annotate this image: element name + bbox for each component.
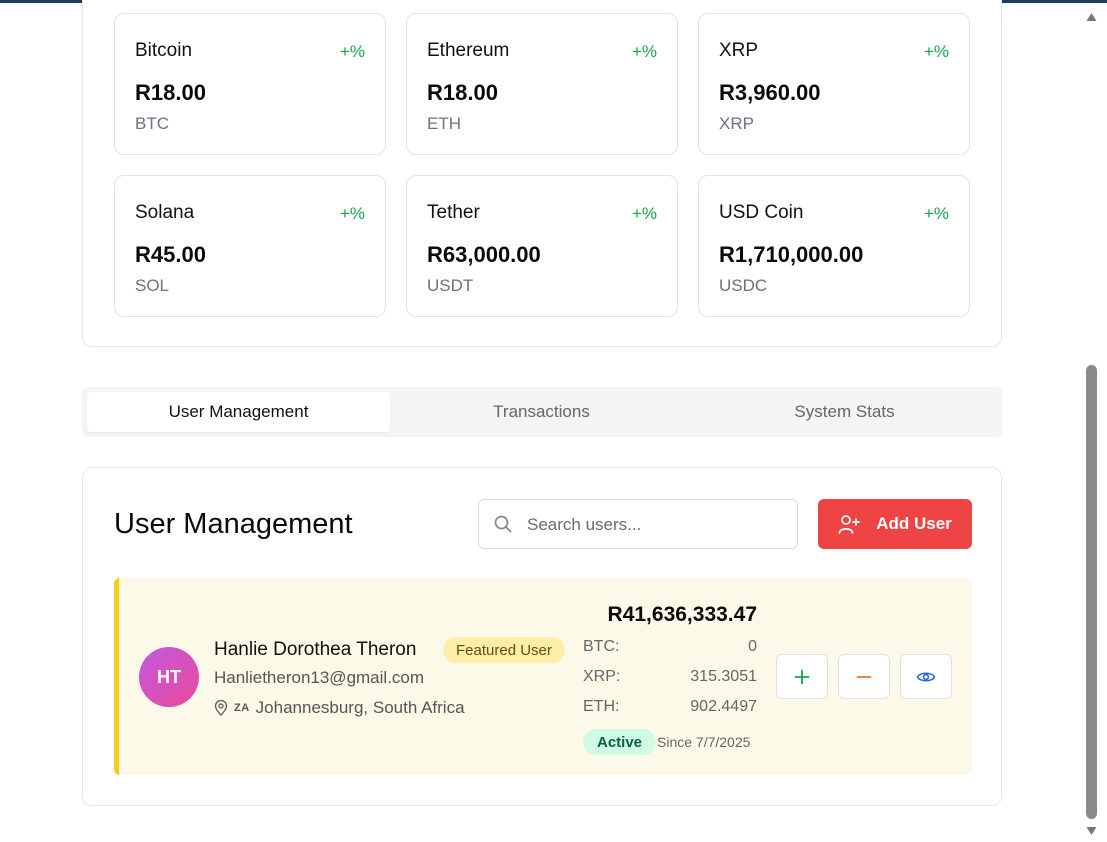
crypto-symbol: BTC — [135, 114, 169, 133]
crypto-card-bitcoin[interactable]: Bitcoin +% R18.00 BTC — [114, 13, 386, 155]
search-icon — [494, 515, 512, 533]
status-badge: Active — [583, 729, 657, 755]
search-input[interactable] — [527, 510, 787, 540]
crypto-symbol: USDC — [719, 276, 768, 295]
crypto-card-tether[interactable]: Tether +% R63,000.00 USDT — [406, 175, 678, 317]
user-location: ZA Johannesburg, South Africa — [214, 698, 465, 718]
crypto-card-solana[interactable]: Solana +% R45.00 SOL — [114, 175, 386, 317]
crypto-price: R63,000.00 — [427, 242, 541, 267]
crypto-name: Bitcoin — [135, 40, 193, 61]
crypto-change: +% — [923, 204, 949, 223]
crypto-prices-panel: Bitcoin +% R18.00 BTC Ethereum +% R18.00… — [82, 0, 1002, 347]
add-user-label: Add User — [876, 514, 952, 533]
member-since: Since 7/7/2025 — [657, 734, 751, 750]
crypto-change: +% — [923, 42, 949, 61]
balance-label: XRP: — [583, 668, 621, 685]
crypto-name: Tether — [427, 202, 480, 223]
tab-system-stats[interactable]: System Stats — [693, 392, 996, 432]
plus-icon — [794, 669, 810, 684]
minus-icon — [856, 675, 872, 678]
crypto-symbol: ETH — [427, 114, 461, 133]
crypto-name: XRP — [719, 40, 759, 61]
add-funds-button[interactable] — [776, 654, 828, 699]
crypto-price: R18.00 — [427, 80, 498, 105]
crypto-card-usd-coin[interactable]: USD Coin +% R1,710,000.00 USDC — [698, 175, 970, 317]
crypto-price: R45.00 — [135, 242, 206, 267]
crypto-change: +% — [631, 204, 657, 223]
crypto-change: +% — [631, 42, 657, 61]
user-plus-icon — [838, 515, 861, 534]
balance-row-xrp: XRP: 315.3051 — [583, 668, 757, 690]
map-pin-icon — [214, 700, 228, 716]
crypto-symbol: XRP — [719, 114, 754, 133]
crypto-price: R1,710,000.00 — [719, 242, 864, 267]
crypto-price: R3,960.00 — [719, 80, 821, 105]
balance-value: 0 — [748, 638, 757, 655]
search-box — [478, 499, 798, 549]
tab-user-management[interactable]: User Management — [87, 392, 390, 432]
section-title: User Management — [114, 508, 353, 540]
crypto-change: +% — [339, 42, 365, 61]
crypto-symbol: USDT — [427, 276, 474, 295]
tab-transactions[interactable]: Transactions — [390, 392, 693, 432]
user-management-panel: User Management Add User HT Hanlie Dorot… — [82, 467, 1002, 806]
crypto-change: +% — [339, 204, 365, 223]
crypto-name: USD Coin — [719, 202, 804, 223]
add-user-button[interactable]: Add User — [818, 499, 972, 549]
user-row[interactable]: HT Hanlie Dorothea Theron Featured User … — [114, 578, 972, 775]
crypto-symbol: SOL — [135, 276, 170, 295]
user-name: Hanlie Dorothea Theron — [214, 639, 417, 660]
balance-label: BTC: — [583, 638, 620, 655]
balance-row-eth: ETH: 902.4497 — [583, 698, 757, 720]
admin-tabs: User Management Transactions System Stat… — [82, 387, 1002, 437]
scroll-down-arrow-icon[interactable] — [1086, 826, 1097, 836]
crypto-name: Solana — [135, 202, 195, 223]
balance-value: 902.4497 — [690, 698, 757, 715]
balance-label: ETH: — [583, 698, 620, 715]
crypto-card-ethereum[interactable]: Ethereum +% R18.00 ETH — [406, 13, 678, 155]
remove-funds-button[interactable] — [838, 654, 890, 699]
scrollbar[interactable] — [1083, 3, 1100, 842]
balance-row-btc: BTC: 0 — [583, 638, 757, 660]
scroll-up-arrow-icon[interactable] — [1086, 12, 1097, 22]
country-code: ZA — [234, 702, 250, 714]
user-email: Hanlietheron13@gmail.com — [214, 668, 425, 687]
crypto-price: R18.00 — [135, 80, 206, 105]
location-text: Johannesburg, South Africa — [255, 698, 465, 717]
balance-value: 315.3051 — [690, 668, 757, 685]
total-balance: R41,636,333.47 — [607, 603, 757, 626]
crypto-card-xrp[interactable]: XRP +% R3,960.00 XRP — [698, 13, 970, 155]
view-user-button[interactable] — [900, 654, 952, 699]
scrollbar-thumb[interactable] — [1086, 365, 1097, 819]
crypto-name: Ethereum — [427, 40, 510, 61]
featured-badge: Featured User — [443, 637, 565, 663]
avatar: HT — [139, 647, 199, 707]
eye-icon — [916, 671, 936, 682]
